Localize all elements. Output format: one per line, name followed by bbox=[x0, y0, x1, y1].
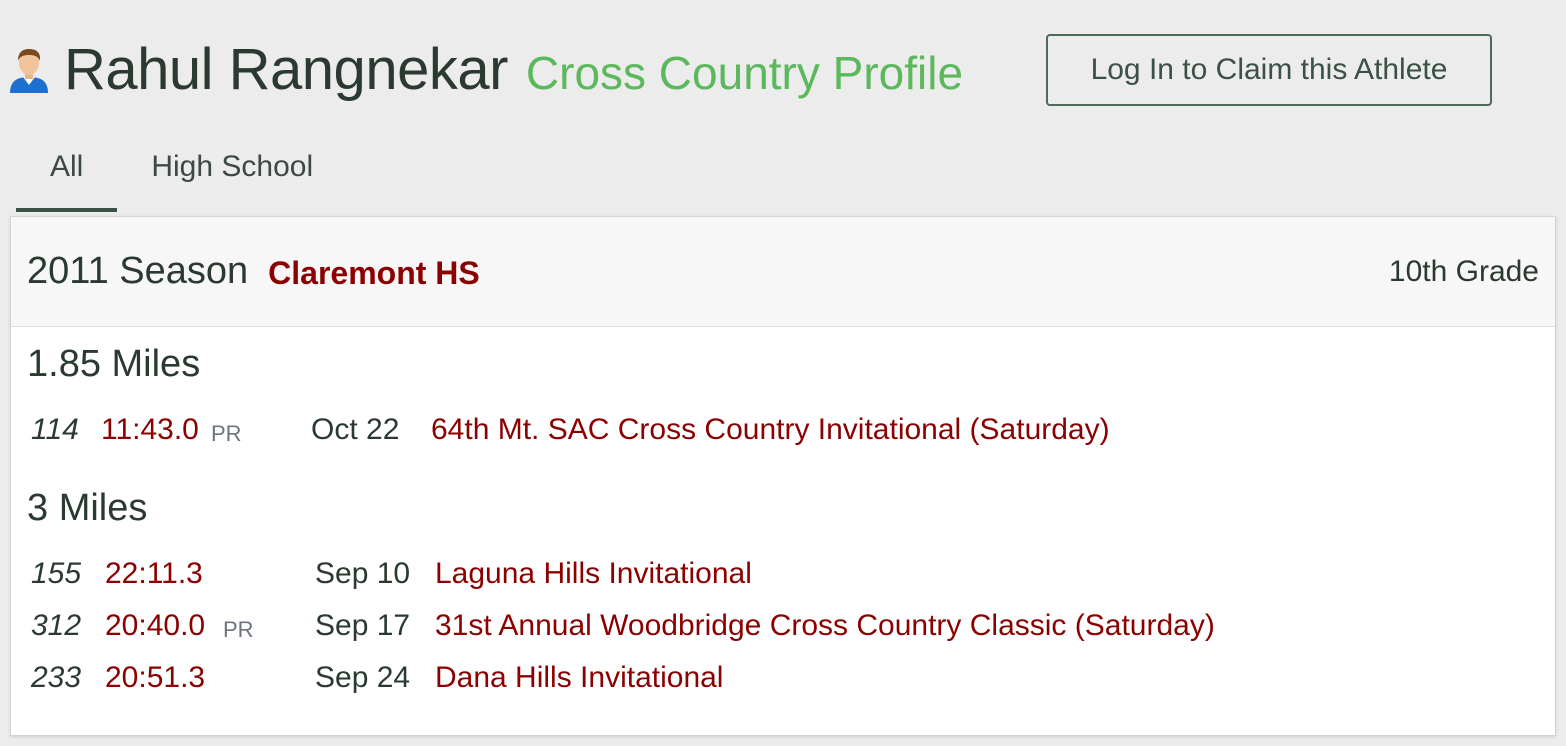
result-date: Sep 17 bbox=[315, 609, 411, 642]
meet-link[interactable]: Laguna Hills Invitational bbox=[435, 557, 752, 591]
result-time[interactable]: 20:51.3 bbox=[105, 661, 205, 695]
profile-subtitle: Cross Country Profile bbox=[525, 47, 964, 99]
result-date: Oct 22 bbox=[311, 413, 400, 446]
distance-heading: 3 Miles bbox=[27, 487, 148, 529]
meet-link[interactable]: 64th Mt. SAC Cross Country Invitational … bbox=[431, 413, 1110, 447]
grade-label: 10th Grade bbox=[1388, 254, 1539, 288]
page-header: Rahul Rangnekar Cross Country Profile bbox=[8, 30, 963, 110]
pr-badge: PR bbox=[211, 421, 242, 446]
season-title: 2011 Season bbox=[27, 250, 249, 292]
result-time[interactable]: 22:11.3 bbox=[105, 557, 203, 591]
result-row: 233 20:51.3 Sep 24 Dana Hills Invitation… bbox=[31, 661, 1431, 701]
tab-all[interactable]: All bbox=[16, 140, 118, 212]
pr-badge: PR bbox=[223, 617, 254, 642]
result-row: 155 22:11.3 Sep 10 Laguna Hills Invitati… bbox=[31, 557, 1431, 597]
result-row: 312 20:40.0 PR Sep 17 31st Annual Woodbr… bbox=[31, 609, 1431, 649]
place: 312 bbox=[31, 609, 82, 642]
result-row: 114 11:43.0 PR Oct 22 64th Mt. SAC Cross… bbox=[31, 413, 1431, 453]
place: 233 bbox=[31, 661, 82, 694]
result-date: Sep 24 bbox=[315, 661, 411, 694]
place: 155 bbox=[31, 557, 82, 590]
meet-link[interactable]: Dana Hills Invitational bbox=[435, 661, 723, 695]
result-date: Sep 10 bbox=[315, 557, 411, 590]
result-time[interactable]: 20:40.0 bbox=[105, 609, 205, 643]
tab-high-school[interactable]: High School bbox=[117, 140, 347, 200]
tab-bar: All High School bbox=[16, 140, 347, 212]
season-header: 2011 Season Claremont HS 10th Grade bbox=[11, 217, 1555, 327]
result-time[interactable]: 11:43.0 bbox=[101, 413, 199, 447]
school-link[interactable]: Claremont HS bbox=[268, 255, 480, 292]
place: 114 bbox=[31, 413, 79, 446]
season-card: 2011 Season Claremont HS 10th Grade 1.85… bbox=[10, 216, 1556, 736]
meet-link[interactable]: 31st Annual Woodbridge Cross Country Cla… bbox=[435, 609, 1215, 643]
athlete-name: Rahul Rangnekar bbox=[64, 37, 508, 102]
person-icon bbox=[8, 47, 50, 93]
claim-athlete-button[interactable]: Log In to Claim this Athlete bbox=[1046, 34, 1492, 106]
distance-heading: 1.85 Miles bbox=[27, 343, 201, 385]
